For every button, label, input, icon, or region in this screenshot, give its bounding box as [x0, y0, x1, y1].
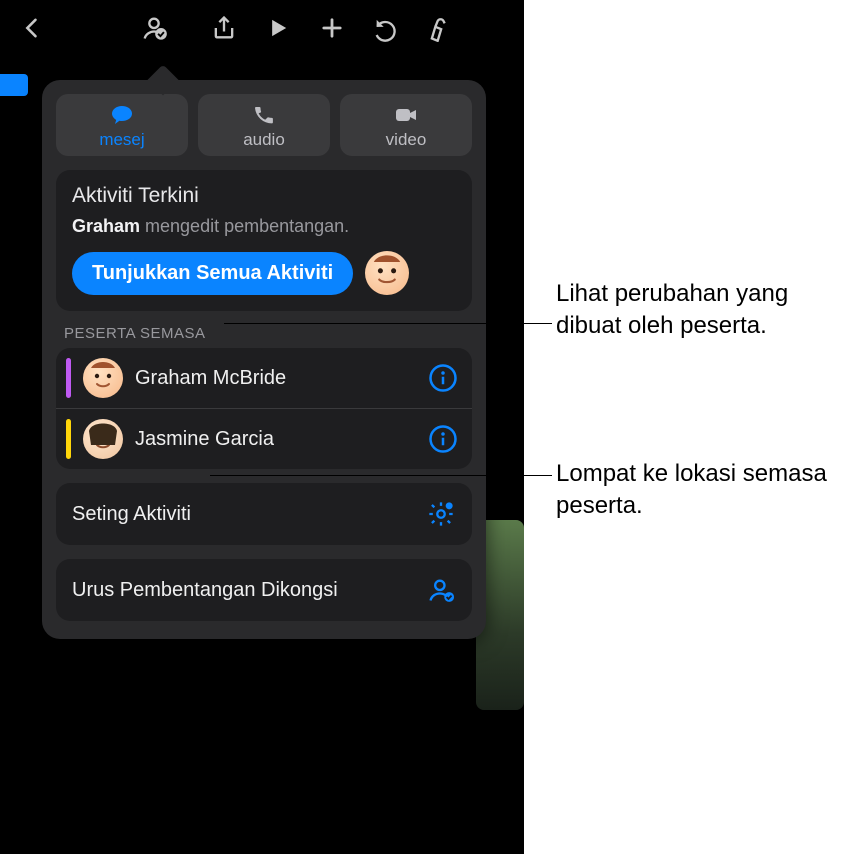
activity-rest: mengedit pembentangan. [140, 216, 349, 236]
device-frame: mesej audio video Aktiviti Terkini Graha… [0, 0, 524, 854]
participant-row[interactable]: Graham McBride [56, 348, 472, 408]
callout-line [224, 323, 552, 324]
video-icon [392, 102, 420, 128]
avatar [365, 251, 409, 295]
play-icon[interactable] [254, 4, 302, 52]
recent-activity-title: Aktiviti Terkini [72, 184, 456, 208]
participant-name: Jasmine Garcia [135, 428, 274, 451]
format-icon[interactable] [416, 4, 464, 52]
message-label: mesej [99, 130, 144, 150]
participants-list: Graham McBride Jasmine Garcia [56, 348, 472, 469]
activity-settings-label: Seting Aktiviti [72, 503, 191, 526]
audio-button[interactable]: audio [198, 94, 330, 156]
collaboration-popover: mesej audio video Aktiviti Terkini Graha… [42, 80, 486, 639]
share-icon[interactable] [200, 4, 248, 52]
avatar [83, 419, 123, 459]
participants-label: PESERTA SEMASA [64, 325, 468, 342]
audio-label: audio [243, 130, 285, 150]
callout-text: Lihat perubahan yang dibuat oleh peserta… [556, 278, 856, 343]
info-icon[interactable] [428, 363, 458, 393]
recent-activity-panel: Aktiviti Terkini Graham mengedit pembent… [56, 170, 472, 311]
undo-icon[interactable] [362, 4, 410, 52]
avatar [83, 358, 123, 398]
participant-stripe [66, 358, 71, 398]
callout-text: Lompat ke lokasi semasa peserta. [556, 458, 856, 523]
toolbar [0, 0, 524, 56]
recent-activity-text: Graham mengedit pembentangan. [72, 216, 456, 237]
phone-icon [250, 102, 278, 128]
manage-shared-label: Urus Pembentangan Dikongsi [72, 579, 338, 602]
callout-line [210, 475, 552, 476]
plus-icon[interactable] [308, 4, 356, 52]
participant-stripe [66, 419, 71, 459]
video-label: video [386, 130, 427, 150]
collaborate-icon[interactable] [130, 4, 178, 52]
back-button[interactable] [8, 4, 56, 52]
participant-name: Graham McBride [135, 367, 286, 390]
communication-row: mesej audio video [56, 94, 472, 156]
slide-edge [0, 74, 28, 96]
show-all-activity-button[interactable]: Tunjukkan Semua Aktiviti [72, 252, 353, 295]
message-button[interactable]: mesej [56, 94, 188, 156]
gear-icon [426, 499, 456, 529]
participant-row[interactable]: Jasmine Garcia [56, 408, 472, 469]
video-button[interactable]: video [340, 94, 472, 156]
activity-settings-row[interactable]: Seting Aktiviti [56, 483, 472, 545]
activity-actor: Graham [72, 216, 140, 236]
info-icon[interactable] [428, 424, 458, 454]
manage-shared-row[interactable]: Urus Pembentangan Dikongsi [56, 559, 472, 621]
collaborate-icon [426, 575, 456, 605]
message-icon [108, 102, 136, 128]
